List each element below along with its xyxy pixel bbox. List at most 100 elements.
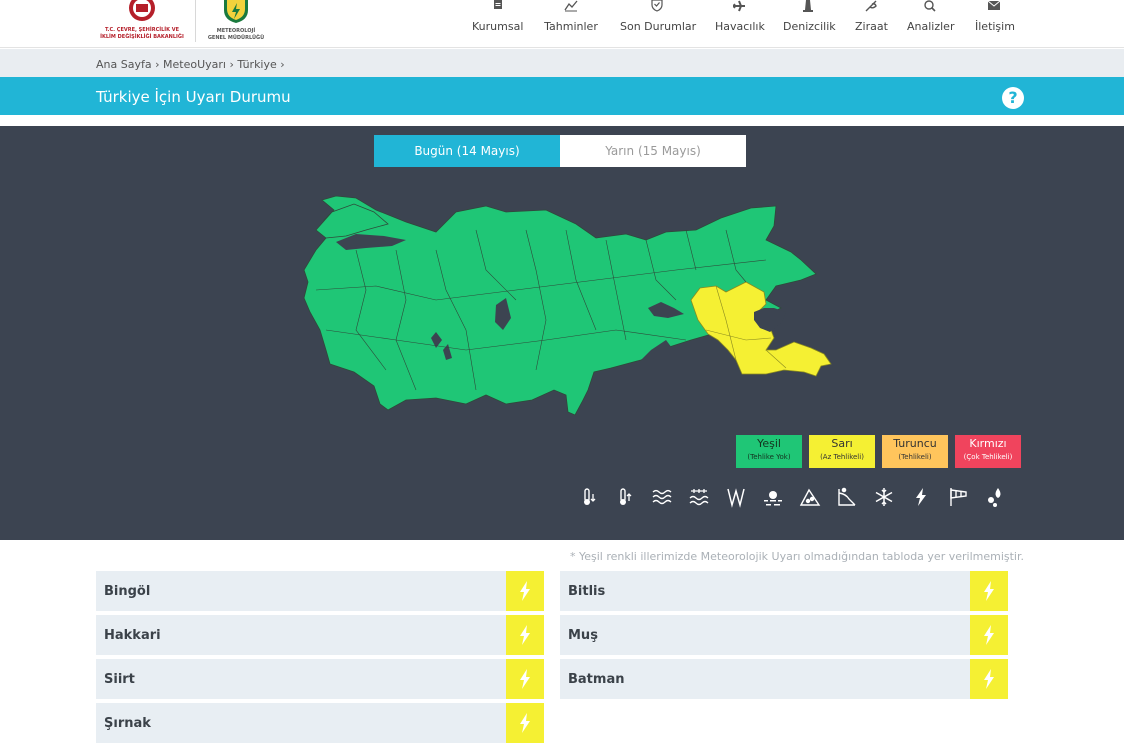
lightning-icon bbox=[984, 625, 994, 645]
province-name: Bingöl bbox=[104, 584, 151, 599]
mgm-emblem-icon bbox=[224, 0, 248, 23]
legend-sub: (Az Tehlikeli) bbox=[820, 453, 864, 461]
province-name: Siirt bbox=[104, 672, 135, 687]
province-name: Muş bbox=[568, 628, 598, 643]
province-name: Batman bbox=[568, 672, 625, 687]
shield-icon bbox=[651, 0, 663, 12]
lightning-icon[interactable] bbox=[910, 486, 932, 508]
lightning-icon bbox=[984, 581, 994, 601]
plant-icon bbox=[865, 0, 877, 12]
legend-red: Kırmızı (Çok Tehlikeli) bbox=[955, 435, 1021, 468]
warning-row[interactable]: Bingöl bbox=[96, 571, 544, 611]
ministry-logo[interactable]: T.C. ÇEVRE, ŞEHİRCİLİK VE İKLİM DEĞİŞİKL… bbox=[96, 0, 188, 44]
legend-label: Sarı bbox=[831, 437, 853, 450]
snowflake-icon[interactable] bbox=[873, 486, 895, 508]
nav-kurumsal[interactable]: Kurumsal bbox=[472, 0, 523, 48]
tab-tomorrow[interactable]: Yarın (15 Mayıs) bbox=[560, 135, 746, 167]
landslide-icon[interactable] bbox=[836, 486, 858, 508]
mgm-name-line2: GENEL MÜDÜRLÜĞÜ bbox=[207, 35, 265, 41]
lighthouse-icon bbox=[803, 0, 813, 12]
warning-row[interactable]: Muş bbox=[560, 615, 1008, 655]
nav-label: Ziraat bbox=[855, 20, 888, 33]
nav-son-durumlar[interactable]: Son Durumlar bbox=[620, 0, 697, 48]
nav-label: Son Durumlar bbox=[620, 20, 697, 33]
nav-havacilik[interactable]: Havacılık bbox=[715, 0, 765, 48]
legend-label: Kırmızı bbox=[969, 437, 1007, 450]
breadcrumb-separator: › bbox=[155, 58, 160, 71]
lightning-icon bbox=[520, 625, 530, 645]
mgm-name-line1: METEOROLOJİ bbox=[216, 28, 256, 34]
warning-level-cell bbox=[970, 659, 1008, 699]
document-icon bbox=[493, 0, 502, 9]
hail-icon[interactable] bbox=[984, 486, 1006, 508]
legend-green: Yeşil (Tehlike Yok) bbox=[736, 435, 802, 468]
logo-divider bbox=[195, 0, 196, 42]
chart-icon bbox=[564, 0, 578, 12]
envelope-icon bbox=[987, 0, 1001, 10]
warning-level-cell bbox=[970, 615, 1008, 655]
title-bar: Türkiye İçin Uyarı Durumu bbox=[0, 77, 1124, 115]
warned-provinces-region[interactable] bbox=[690, 281, 832, 377]
lightning-icon bbox=[520, 713, 530, 733]
legend-sub: (Çok Tehlikeli) bbox=[963, 453, 1013, 461]
nav-label: Kurumsal bbox=[472, 20, 524, 33]
nav-denizcilik[interactable]: Denizcilik bbox=[783, 0, 836, 48]
breadcrumb-meteouyari[interactable]: MeteoUyarı bbox=[163, 58, 226, 71]
legend-sub: (Tehlike Yok) bbox=[747, 453, 791, 461]
warning-level-cell bbox=[506, 703, 544, 743]
nav-analizler[interactable]: Analizler bbox=[907, 0, 955, 48]
windsock-icon[interactable] bbox=[947, 486, 969, 508]
nav-label: Denizcilik bbox=[783, 20, 836, 33]
temperature-low-icon[interactable] bbox=[578, 486, 600, 508]
lightning-icon bbox=[520, 669, 530, 689]
warning-row[interactable]: Batman bbox=[560, 659, 1008, 699]
temperature-high-icon[interactable] bbox=[614, 486, 636, 508]
plane-icon bbox=[732, 0, 745, 12]
nav-label: Analizler bbox=[907, 20, 955, 33]
ministry-name-line2: İKLİM DEĞİŞİKLİĞİ BAKANLIĞI bbox=[100, 34, 184, 40]
breadcrumb-separator: › bbox=[280, 58, 285, 71]
ministry-emblem-icon bbox=[129, 0, 155, 21]
site-header: T.C. ÇEVRE, ŞEHİRCİLİK VE İKLİM DEĞİŞİKL… bbox=[0, 0, 1124, 48]
province-name: Şırnak bbox=[104, 716, 151, 731]
nav-tahminler[interactable]: Tahminler bbox=[544, 0, 598, 48]
legend-label: Yeşil bbox=[757, 437, 781, 450]
nav-label: Tahminler bbox=[544, 20, 598, 33]
lightning-icon bbox=[520, 581, 530, 601]
sea-storm-icon[interactable] bbox=[688, 486, 710, 508]
lightning-icon bbox=[984, 669, 994, 689]
warning-level-cell bbox=[506, 615, 544, 655]
avalanche-icon[interactable] bbox=[799, 486, 821, 508]
breadcrumb: Ana Sayfa › MeteoUyarı › Türkiye › bbox=[0, 49, 1124, 77]
warning-row[interactable]: Şırnak bbox=[96, 703, 544, 743]
warning-row[interactable]: Bitlis bbox=[560, 571, 1008, 611]
warning-level-cell bbox=[506, 659, 544, 699]
dust-icon[interactable] bbox=[762, 486, 784, 508]
breadcrumb-separator: › bbox=[229, 58, 234, 71]
help-icon[interactable]: ? bbox=[1002, 87, 1024, 109]
warning-level-cell bbox=[970, 571, 1008, 611]
nav-label: Havacılık bbox=[715, 20, 765, 33]
legend-orange: Turuncu (Tehlikeli) bbox=[882, 435, 948, 468]
turkey-warning-map[interactable] bbox=[296, 190, 836, 440]
mgm-logo[interactable]: METEOROLOJİ GENEL MÜDÜRLÜĞÜ bbox=[204, 0, 268, 44]
breadcrumb-home[interactable]: Ana Sayfa bbox=[96, 58, 152, 71]
ministry-name-line1: T.C. ÇEVRE, ŞEHİRCİLİK VE bbox=[104, 27, 180, 33]
page-title: Türkiye İçin Uyarı Durumu bbox=[96, 88, 291, 106]
search-chart-icon bbox=[924, 0, 936, 12]
nav-iletisim[interactable]: İletişim bbox=[975, 0, 1015, 48]
province-name: Hakkari bbox=[104, 628, 161, 643]
nav-label: İletişim bbox=[975, 20, 1015, 33]
warning-row[interactable]: Siirt bbox=[96, 659, 544, 699]
nav-ziraat[interactable]: Ziraat bbox=[855, 0, 888, 48]
legend-label: Turuncu bbox=[893, 437, 937, 450]
province-name: Bitlis bbox=[568, 584, 606, 599]
table-note: * Yeşil renkli illerimizde Meteorolojik … bbox=[570, 550, 1024, 563]
warning-level-cell bbox=[506, 571, 544, 611]
wave-icon[interactable] bbox=[651, 486, 673, 508]
tab-today[interactable]: Bugün (14 Mayıs) bbox=[374, 135, 560, 167]
warning-row[interactable]: Hakkari bbox=[96, 615, 544, 655]
legend-sub: (Tehlikeli) bbox=[898, 453, 932, 461]
wind-gust-icon[interactable] bbox=[725, 486, 747, 508]
breadcrumb-turkiye[interactable]: Türkiye bbox=[237, 58, 276, 71]
